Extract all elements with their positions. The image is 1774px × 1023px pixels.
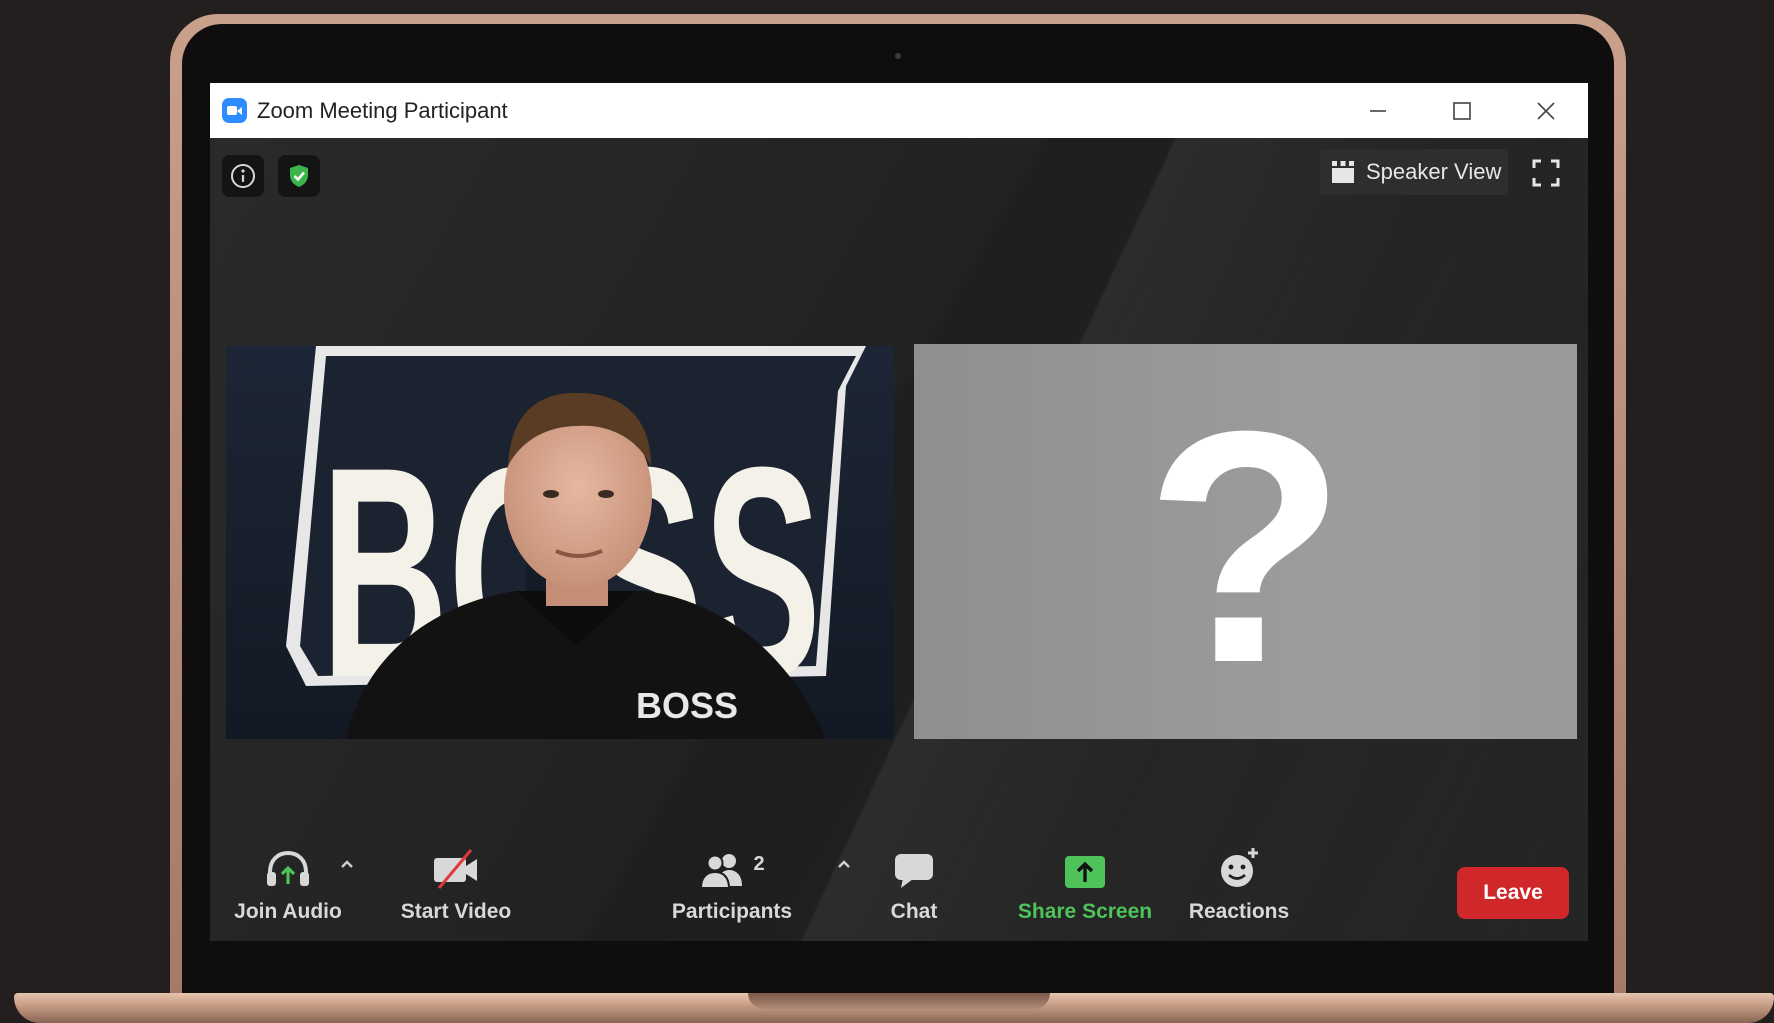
share-screen-label: Share Screen xyxy=(1017,900,1153,923)
info-icon xyxy=(231,164,255,188)
maximize-icon xyxy=(1453,101,1471,120)
laptop-hinge-notch xyxy=(748,993,1050,1009)
participant-video: BOSS BOSS xyxy=(226,346,894,739)
meeting-toolbar: Join Audio Start Video 2 Participants Ch… xyxy=(210,840,1588,941)
webcam xyxy=(895,53,901,59)
window-controls xyxy=(1336,83,1588,138)
shirt-logo-text: BOSS xyxy=(636,685,738,726)
encryption-button[interactable] xyxy=(278,155,320,197)
join-audio-label: Join Audio xyxy=(234,900,342,923)
audio-options-caret[interactable] xyxy=(339,854,355,875)
placeholder-question-mark: ? xyxy=(1144,361,1347,731)
participants-label: Participants xyxy=(671,900,793,923)
reactions-button[interactable]: Reactions xyxy=(1177,840,1301,941)
participants-button[interactable]: 2 Participants xyxy=(665,840,799,941)
shield-check-icon xyxy=(290,165,308,187)
start-video-label: Start Video xyxy=(400,900,512,923)
close-icon xyxy=(1537,101,1555,120)
fullscreen-button[interactable] xyxy=(1528,155,1564,191)
leave-button[interactable]: Leave xyxy=(1457,867,1569,919)
fullscreen-icon xyxy=(1532,159,1560,187)
close-button[interactable] xyxy=(1504,83,1588,138)
zoom-logo-icon xyxy=(222,98,247,123)
share-screen-button[interactable]: Share Screen xyxy=(1015,840,1155,941)
participant-count: 2 xyxy=(753,853,765,875)
zoom-window: Zoom Meeting Participant Speaker View BO… xyxy=(210,83,1588,941)
share-screen-icon xyxy=(1065,856,1105,888)
headphones-icon xyxy=(267,850,309,886)
participant-video-tile[interactable]: BOSS BOSS xyxy=(226,346,894,739)
minimize-icon xyxy=(1370,109,1386,112)
caret-up-icon xyxy=(838,860,850,868)
chat-button[interactable]: Chat xyxy=(869,840,959,941)
minimize-button[interactable] xyxy=(1336,83,1420,138)
participants-options-caret[interactable] xyxy=(836,854,852,875)
reactions-label: Reactions xyxy=(1188,900,1290,923)
speaker-view-button[interactable]: Speaker View xyxy=(1320,149,1508,195)
join-audio-button[interactable]: Join Audio xyxy=(226,840,350,941)
start-video-button[interactable]: Start Video xyxy=(394,840,518,941)
video-off-icon xyxy=(434,849,477,889)
reactions-icon xyxy=(1221,848,1258,887)
meeting-info-button[interactable] xyxy=(222,155,264,197)
chat-label: Chat xyxy=(890,900,938,923)
chat-icon xyxy=(895,854,933,888)
caret-up-icon xyxy=(341,860,353,868)
title-bar: Zoom Meeting Participant xyxy=(210,83,1588,138)
window-title: Zoom Meeting Participant xyxy=(257,97,508,123)
speaker-view-label: Speaker View xyxy=(1366,159,1502,184)
gallery-grid-icon xyxy=(1332,161,1354,183)
placeholder-video-tile[interactable]: ? xyxy=(914,344,1577,739)
participants-icon xyxy=(700,854,743,889)
maximize-button[interactable] xyxy=(1420,83,1504,138)
